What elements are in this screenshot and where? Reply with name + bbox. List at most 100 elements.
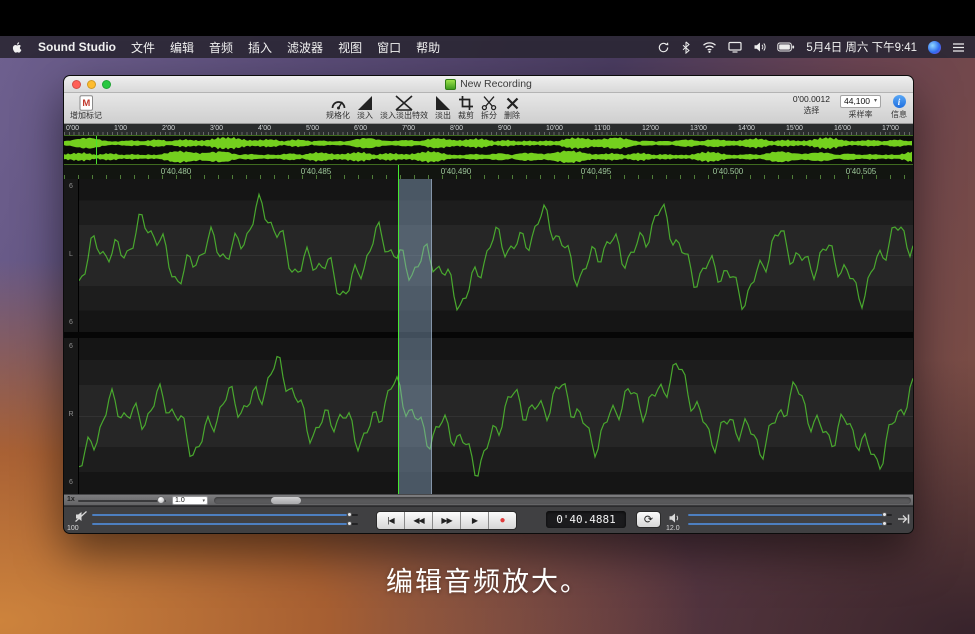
sample-rate-combo[interactable]: 44,100 ▾	[840, 95, 881, 108]
current-time-value: 0'40.4881	[556, 513, 616, 526]
menu-view[interactable]: 视图	[338, 39, 362, 56]
menu-left: Sound Studio 文件 编辑 音频 插入 滤波器 视图 窗口 帮助	[10, 39, 440, 56]
output-slider-1[interactable]	[688, 514, 892, 516]
timeline-label: 14'00	[738, 125, 755, 132]
add-marker-button[interactable]: M 增加标记	[70, 94, 102, 120]
timeline-label: 16'00	[834, 125, 851, 132]
horizontal-scrollbar-track[interactable]	[214, 497, 911, 504]
loop-button[interactable]: ⟳	[636, 511, 661, 528]
zoom-time-ruler[interactable]: 0'40.480 0'40.485 0'40.490 0'40.495 0'40…	[64, 165, 913, 180]
fade-in-icon	[357, 94, 373, 111]
title-bar[interactable]: New Recording	[64, 76, 913, 93]
zoom-value: 1.0	[175, 497, 185, 504]
zoom-slider-track[interactable]	[78, 500, 166, 502]
play-button[interactable]: ▶	[461, 512, 488, 529]
bluetooth-icon[interactable]	[681, 41, 691, 54]
input-slider-2[interactable]	[92, 523, 358, 525]
close-button[interactable]	[72, 80, 81, 89]
record-button[interactable]: ●	[489, 512, 516, 529]
centerline	[79, 255, 913, 256]
crossfade-label: 淡入淡出特效	[380, 111, 428, 120]
zoom-value-combo[interactable]: 1.0 ▾	[172, 496, 208, 505]
sample-rate-value: 44,100	[844, 96, 870, 107]
rewind-button[interactable]: ◀◀	[405, 512, 432, 529]
output-slider-2[interactable]	[688, 523, 892, 525]
menu-datetime[interactable]: 5月4日 周六 下午9:41	[806, 39, 917, 55]
wifi-icon[interactable]	[702, 41, 717, 53]
info-button[interactable]: i	[893, 95, 906, 108]
go-to-end-icon[interactable]	[897, 513, 910, 525]
menu-help[interactable]: 帮助	[416, 39, 440, 56]
notification-center-icon[interactable]	[952, 42, 965, 53]
add-marker-label: 增加标记	[70, 111, 102, 120]
toolbar: M 增加标记 规格化 淡入	[64, 93, 913, 124]
siri-icon[interactable]	[928, 41, 941, 54]
info-label: 信息	[891, 110, 907, 119]
fade-out-button[interactable]: 淡出	[435, 94, 451, 120]
input-slider-1[interactable]	[92, 514, 358, 516]
delete-button[interactable]: 删除	[504, 94, 520, 120]
zoom-slider-knob[interactable]	[157, 496, 165, 504]
menu-insert[interactable]: 插入	[248, 39, 272, 56]
normalize-icon	[330, 94, 347, 111]
waveform-editor[interactable]: 6 L 6 6 R 6	[64, 179, 913, 494]
normalize-button[interactable]: 规格化	[326, 94, 350, 120]
zoom-time-label: 0'40.500	[713, 167, 743, 176]
selection-region[interactable]	[399, 179, 432, 494]
apple-menu-icon[interactable]	[10, 40, 23, 55]
db-label: 6	[64, 319, 78, 326]
trim-icon	[458, 94, 474, 111]
menu-edit[interactable]: 编辑	[170, 39, 194, 56]
screen-bezel	[0, 0, 975, 36]
trim-button[interactable]: 裁剪	[458, 94, 474, 120]
centerline	[79, 416, 913, 417]
window-title-wrap: New Recording	[64, 76, 913, 92]
timeline-label: 8'00	[450, 125, 463, 132]
fast-forward-button[interactable]: ▶▶	[433, 512, 460, 529]
timeline-label: 7'00	[402, 125, 415, 132]
menu-filter[interactable]: 滤波器	[287, 39, 323, 56]
volume-icon[interactable]	[753, 41, 766, 53]
timeline-label: 12'00	[642, 125, 659, 132]
left-channel-lane[interactable]	[79, 179, 913, 332]
timeline-label: 5'00	[306, 125, 319, 132]
delete-label: 删除	[504, 111, 520, 120]
overview-playhead[interactable]	[96, 136, 97, 164]
delete-icon	[505, 94, 520, 111]
output-volume-icon[interactable]	[668, 512, 681, 524]
display-mirroring-icon[interactable]	[728, 41, 742, 53]
menu-window[interactable]: 窗口	[377, 39, 401, 56]
menu-audio[interactable]: 音频	[209, 39, 233, 56]
split-button[interactable]: 拆分	[481, 94, 497, 120]
battery-icon[interactable]	[777, 41, 795, 53]
toolbar-tools: 规格化 淡入 淡入淡出特效	[326, 94, 520, 120]
overview-waveform[interactable]	[64, 136, 913, 165]
horizontal-scrollbar-thumb[interactable]	[271, 497, 301, 504]
go-to-start-button[interactable]: |◀	[377, 512, 404, 529]
fade-in-button[interactable]: 淡入	[357, 94, 373, 120]
minimize-button[interactable]	[87, 80, 96, 89]
zoom-level-icon: 1x	[67, 496, 75, 503]
input-level-value: 100	[67, 525, 79, 532]
playhead-cursor[interactable]	[398, 165, 399, 494]
timeline-label: 13'00	[690, 125, 707, 132]
overview-left-channel	[64, 137, 912, 150]
timeline-label: 6'00	[354, 125, 367, 132]
timeline-ruler[interactable]: 0'00 1'00 2'00 3'00 4'00 5'00 6'00 7'00 …	[64, 124, 913, 136]
output-level-value: 12.0	[666, 525, 680, 532]
add-marker-icon: M	[79, 94, 94, 111]
menu-file[interactable]: 文件	[131, 39, 155, 56]
left-channel-label: L	[64, 251, 78, 258]
zoom-time-label: 0'40.495	[581, 167, 611, 176]
timeline-label: 17'00	[882, 125, 899, 132]
zoom-window-button[interactable]	[102, 80, 111, 89]
menu-status-area: 5月4日 周六 下午9:41	[657, 39, 965, 55]
sync-icon[interactable]	[657, 41, 670, 54]
selection-value: 0'00.0012	[793, 95, 830, 104]
input-muted-icon[interactable]	[74, 510, 88, 523]
trim-label: 裁剪	[458, 111, 474, 120]
left-waveform-path	[79, 194, 913, 309]
menu-app-name[interactable]: Sound Studio	[38, 40, 116, 54]
right-channel-lane[interactable]	[79, 338, 913, 494]
crossfade-button[interactable]: 淡入淡出特效	[380, 94, 428, 120]
